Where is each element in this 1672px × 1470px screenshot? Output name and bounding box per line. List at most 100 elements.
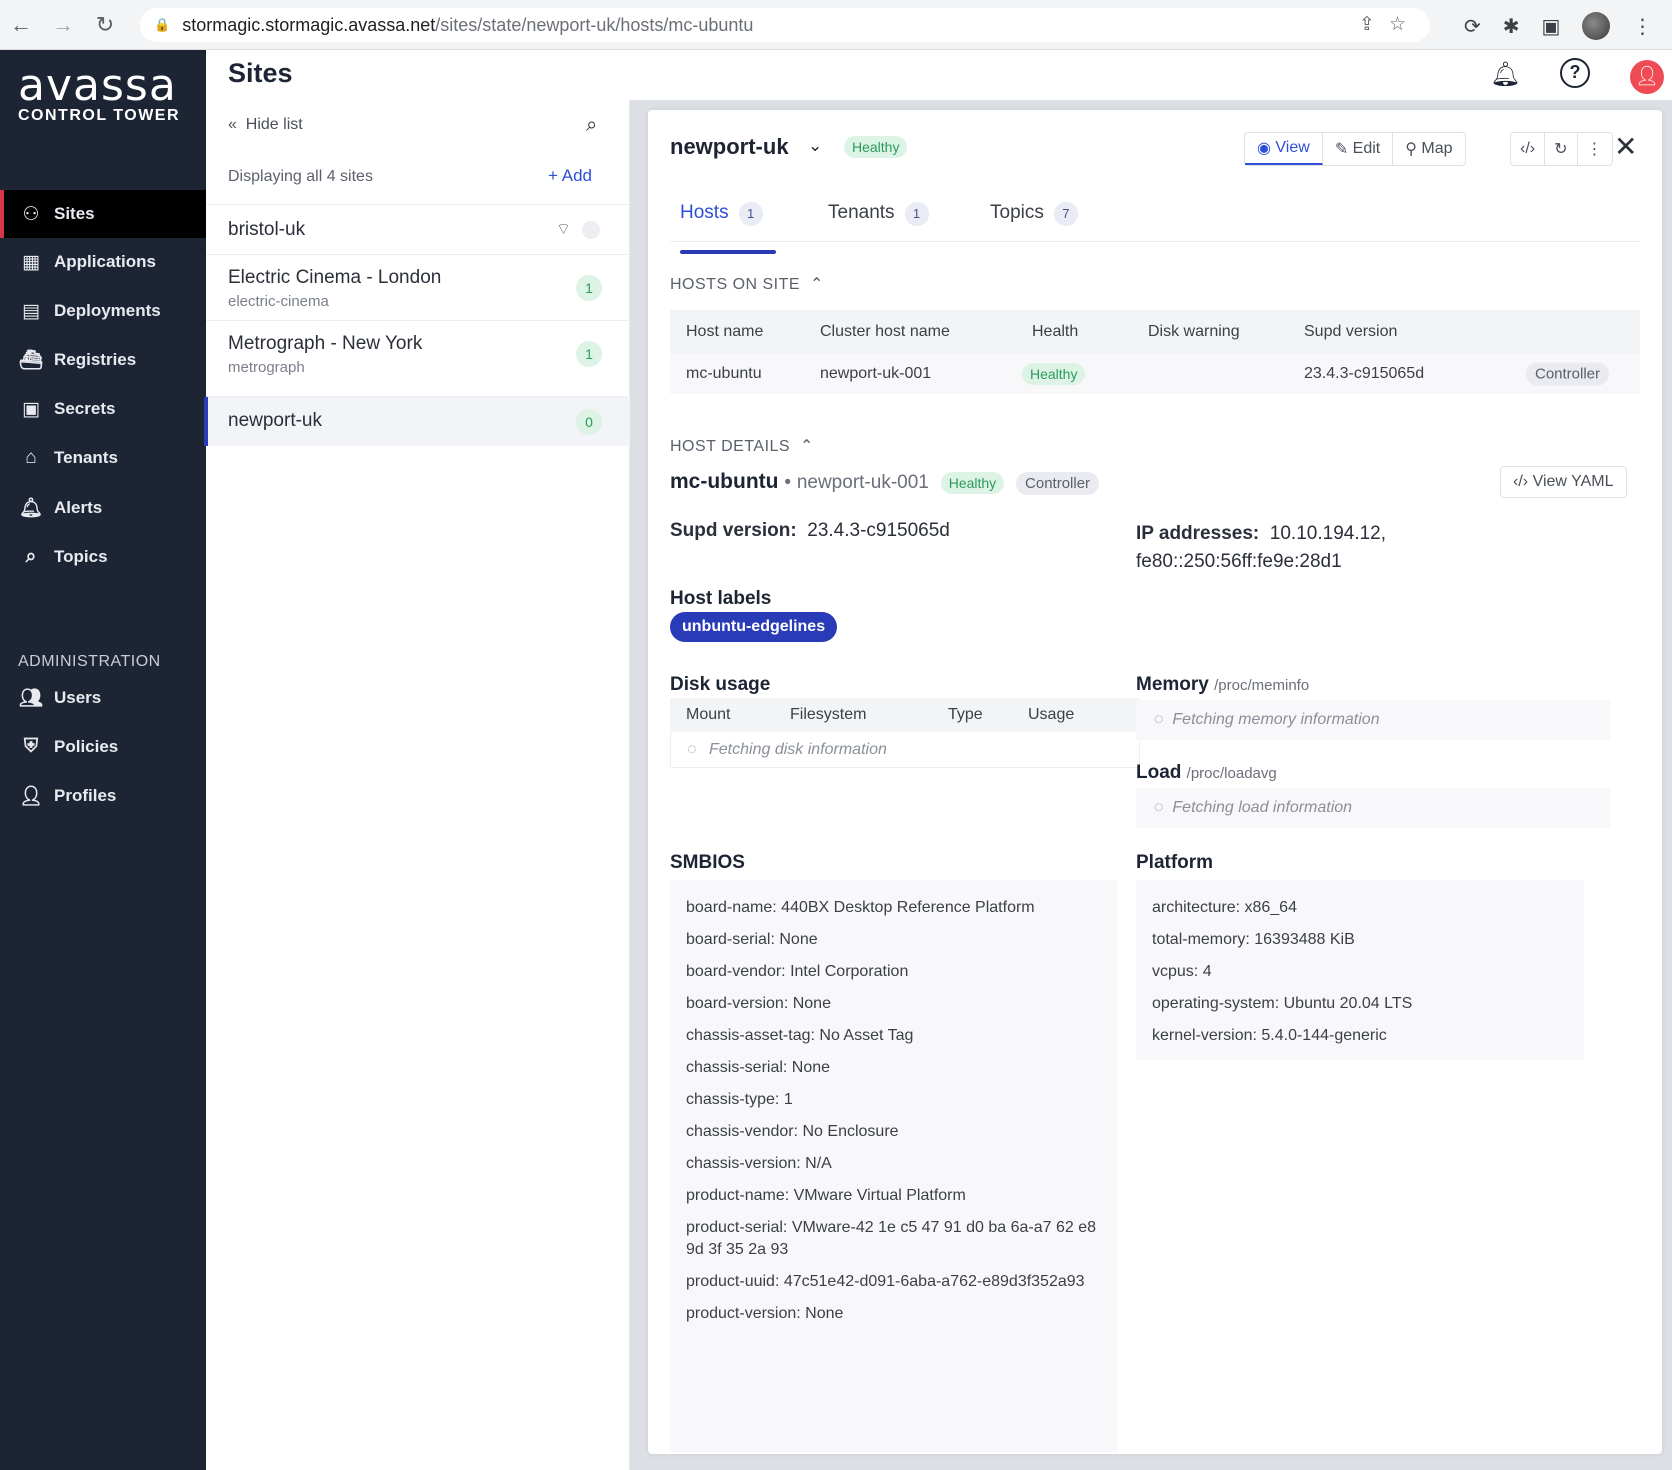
eye-icon: ◉ [1257, 140, 1271, 157]
list-item: product-name: VMware Virtual Platform [686, 1187, 966, 1204]
host-health-badge: Healthy [940, 472, 1005, 494]
view-yaml-button[interactable]: ‹/› View YAML [1500, 466, 1627, 498]
extension-icons: ⟳ ✱ ▣ ⋮ [1464, 12, 1652, 40]
browser-profile-avatar[interactable] [1582, 12, 1611, 40]
site-item-newport-uk[interactable]: newport-uk 0 [204, 396, 630, 446]
table-row[interactable]: mc-ubuntu newport-uk-001 Healthy 23.4.3-… [670, 354, 1640, 394]
forward-icon[interactable]: → [42, 12, 84, 38]
list-item: chassis-version: N/A [686, 1155, 832, 1172]
view-button[interactable]: ◉ View [1245, 133, 1323, 165]
host-health-badge: Healthy [1022, 363, 1086, 385]
reload-icon[interactable]: ↻ [84, 12, 126, 38]
spinner-icon: ◌ [1154, 799, 1164, 816]
tab-hosts[interactable]: Hosts 1 [680, 202, 763, 226]
kebab-menu-icon[interactable]: ⋮ [1632, 14, 1652, 39]
secrets-icon: ▣ [22, 398, 40, 420]
hosts-table-header: Host name Cluster host name Health Disk … [670, 310, 1640, 354]
list-item: chassis-serial: None [686, 1059, 831, 1076]
list-item: board-serial: None [686, 931, 818, 948]
sidebar-item-applications[interactable]: ▦ Applications [0, 238, 206, 286]
view-mode-toolbar: ◉ View ✎ Edit ⚲ Map [1244, 132, 1466, 166]
hosts-table: Host name Cluster host name Health Disk … [670, 310, 1640, 394]
page-title: Sites [228, 58, 293, 88]
tab-topics[interactable]: Topics 7 [990, 202, 1078, 226]
host-count-badge: 1 [576, 341, 602, 367]
host-label-pill[interactable]: unbuntu-edgelines [670, 612, 838, 642]
url-path: /sites/state/newport-uk/hosts/mc-ubuntu [435, 14, 754, 35]
url-host: stormagic.stormagic.avassa.net [182, 14, 436, 35]
host-details-toggle[interactable]: HOST DETAILS ⌃ [670, 436, 814, 456]
host-count-badge: 1 [576, 275, 602, 301]
list-item: vcpus: 4 [1152, 963, 1212, 980]
puzzle-icon[interactable]: ✱ [1503, 14, 1520, 39]
sidepanel-icon[interactable]: ▣ [1542, 14, 1561, 39]
applications-icon: ▦ [22, 251, 40, 273]
user-avatar-icon[interactable]: 👤︎ [1630, 60, 1664, 94]
disk-fetching-row: ◌ Fetching disk information [670, 732, 1140, 768]
host-details-title: mc-ubuntu • newport-uk-001 Healthy Contr… [670, 470, 1100, 495]
list-item: total-memory: 16393488 KiB [1152, 931, 1355, 948]
list-item: product-uuid: 47c51e42-d091-6aba-a762-e8… [686, 1273, 1085, 1290]
code-icon[interactable]: ‹/› [1511, 133, 1546, 165]
sidebar-item-policies[interactable]: ⛨ Policies [0, 723, 206, 771]
host-labels-title: Host labels [670, 588, 772, 609]
list-item: product-serial: VMware-42 1e c5 47 91 d0… [686, 1219, 1097, 1258]
profiles-icon: 👤︎ [18, 786, 44, 807]
plus-icon: + [548, 166, 558, 185]
site-title: newport-uk [670, 134, 789, 159]
search-icon[interactable]: ⌕ [586, 114, 597, 137]
spinner-icon: ◌ [687, 740, 697, 758]
sync-icon[interactable]: ⟳ [1464, 14, 1481, 39]
sidebar-item-alerts[interactable]: 🔔︎ Alerts [0, 484, 206, 532]
sidebar-item-topics[interactable]: ⌕ Topics [0, 533, 206, 581]
back-icon[interactable]: ← [0, 12, 42, 38]
notifications-bell-icon[interactable]: 🔔︎ [1490, 60, 1520, 89]
active-tab-indicator [680, 250, 776, 254]
bell-icon: 🔔︎ [18, 498, 44, 519]
site-item-bristol-uk[interactable]: bristol-uk ⌔ [206, 204, 630, 254]
sidebar-item-tenants[interactable]: ⌂ Tenants [0, 434, 206, 482]
hosts-on-site-toggle[interactable]: HOSTS ON SITE ⌃ [670, 274, 824, 294]
tab-tenants[interactable]: Tenants 1 [828, 202, 929, 226]
memory-fetching: ◌ Fetching memory information [1136, 700, 1610, 740]
more-vertical-icon[interactable]: ⋮ [1578, 133, 1612, 165]
users-icon: 👥︎ [18, 688, 44, 709]
spinner-icon: ◌ [1154, 711, 1164, 728]
host-role-badge: Controller [1526, 362, 1610, 386]
address-bar[interactable]: 🔒 stormagic.stormagic.avassa.net/sites/s… [140, 8, 1430, 42]
site-item-metrograph[interactable]: Metrograph - New York metrograph 1 [206, 320, 630, 386]
sidebar-item-secrets[interactable]: ▣ Secrets [0, 385, 206, 433]
logo: avassa [18, 60, 177, 111]
sidebar-item-sites[interactable]: ⚇ Sites [0, 190, 206, 238]
list-item: architecture: x86_64 [1152, 899, 1297, 916]
smbios-list: board-name: 440BX Desktop Reference Plat… [670, 880, 1118, 1452]
sidebar-item-deployments[interactable]: ▤ Deployments [0, 287, 206, 335]
pencil-icon: ✎ [1334, 141, 1349, 158]
search-icon: ⌕ [25, 546, 37, 567]
site-item-electric-cinema[interactable]: Electric Cinema - London electric-cinema… [206, 254, 630, 320]
list-item: board-name: 440BX Desktop Reference Plat… [686, 899, 1035, 916]
share-star-icons[interactable]: ⇪☆ [1359, 13, 1420, 36]
help-icon[interactable]: ? [1560, 58, 1590, 88]
sidebar-item-registries[interactable]: ⛴ Registries [0, 336, 206, 384]
sidebar-item-profiles[interactable]: 👤︎ Profiles [0, 772, 206, 820]
status-dot [582, 221, 600, 239]
chevron-up-icon: ⌃ [809, 276, 824, 293]
sidebar-item-users[interactable]: 👥︎ Users [0, 674, 206, 722]
disk-usage-title: Disk usage [670, 674, 771, 695]
map-button[interactable]: ⚲ Map [1393, 133, 1464, 165]
edit-button[interactable]: ✎ Edit [1323, 133, 1394, 165]
deployments-icon: ▤ [22, 300, 40, 322]
close-icon[interactable]: ✕ [1614, 130, 1637, 163]
add-site-button[interactable]: + Add [548, 166, 592, 186]
hide-list-button[interactable]: « Hide list [228, 116, 303, 134]
host-role-badge: Controller [1016, 472, 1100, 495]
chevron-down-icon[interactable]: ⌄ [808, 136, 822, 156]
list-item: kernel-version: 5.4.0-144-generic [1152, 1027, 1387, 1044]
sites-icon: ⚇ [22, 203, 40, 225]
refresh-icon[interactable]: ↻ [1545, 133, 1578, 165]
chevron-up-icon: ⌃ [800, 438, 814, 455]
ip-addresses: IP addresses: 10.10.194.12, fe80::250:56f… [1136, 523, 1387, 572]
double-chevron-left-icon: « [228, 116, 237, 133]
site-detail-card: newport-uk ⌄ Healthy ◉ View ✎ Edit ⚲ Map… [648, 110, 1662, 1454]
